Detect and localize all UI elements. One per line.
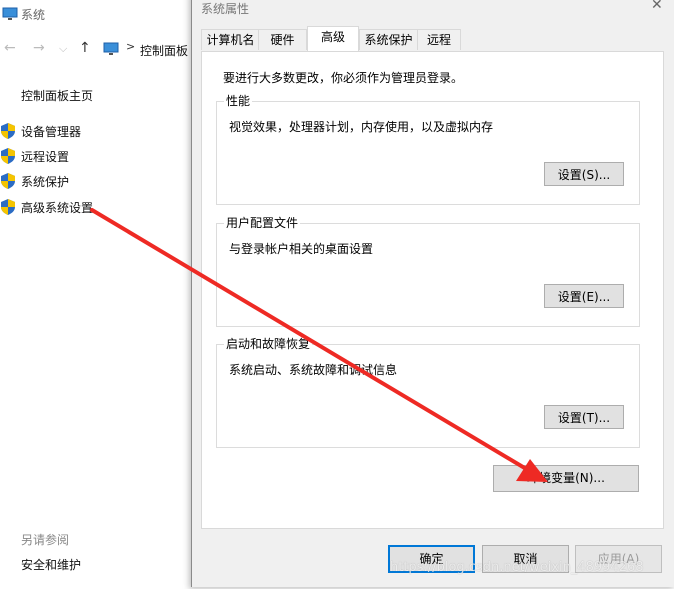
startup-recovery-settings-button[interactable]: 设置(T)... [544, 405, 624, 429]
shield-icon [1, 123, 15, 139]
performance-description: 视觉效果，处理器计划，内存使用，以及虚拟内存 [229, 120, 494, 134]
shield-icon [1, 173, 15, 189]
startup-recovery-group: 启动和故障恢复 系统启动、系统故障和调试信息 设置(T)... [216, 335, 640, 448]
tab-remote[interactable]: 远程 [417, 29, 461, 50]
up-arrow-icon[interactable]: ↑ [79, 40, 91, 56]
advanced-tab-panel: 要进行大多数更改，你必须作为管理员登录。 性能 视觉效果，处理器计划，内存使用，… [201, 51, 664, 529]
recent-locations-dropdown-icon[interactable]: ⌵ [59, 42, 67, 56]
window-title: 系统 [21, 8, 46, 22]
computer-icon [2, 7, 18, 20]
sidebar-item-remote-settings[interactable]: 远程设置 [0, 146, 192, 166]
admin-notice: 要进行大多数更改，你必须作为管理员登录。 [223, 71, 464, 85]
breadcrumb-chevron-icon: > [126, 40, 136, 53]
user-profiles-legend: 用户配置文件 [224, 214, 301, 231]
control-panel-home-link[interactable]: 控制面板主页 [21, 87, 93, 104]
sidebar-item-label: 系统保护 [21, 175, 70, 189]
user-profiles-group: 用户配置文件 与登录帐户相关的桌面设置 设置(E)... [216, 214, 640, 327]
sidebar-item-label: 设备管理器 [21, 125, 82, 139]
system-properties-dialog: 系统属性 ✕ 计算机名 硬件 高级 系统保护 远程 要进行大多数更改，你必须作为… [191, 0, 674, 587]
sidebar-item-device-manager[interactable]: 设备管理器 [0, 121, 192, 141]
address-bar: ← → ⌵ ↑ > 控制面板 [0, 36, 192, 62]
startup-recovery-legend: 启动和故障恢复 [224, 335, 313, 352]
breadcrumb-control-panel[interactable]: 控制面板 [140, 42, 188, 59]
forward-arrow-icon[interactable]: → [33, 40, 45, 56]
performance-settings-button[interactable]: 设置(S)... [544, 162, 624, 186]
back-arrow-icon[interactable]: ← [4, 40, 16, 56]
tab-computer-name[interactable]: 计算机名 [201, 29, 260, 50]
close-icon[interactable]: ✕ [651, 0, 663, 13]
shield-icon [1, 199, 15, 215]
user-profiles-description: 与登录帐户相关的桌面设置 [229, 242, 374, 256]
watermark: https://blog.csdn.net/weixin_48994268 [390, 560, 644, 575]
performance-group: 性能 视觉效果，处理器计划，内存使用，以及虚拟内存 设置(S)... [216, 92, 640, 205]
background-window-titlebar: 系统 [0, 0, 192, 30]
startup-recovery-description: 系统启动、系统故障和调试信息 [229, 363, 398, 377]
see-also-heading: 另请参阅 [21, 533, 70, 547]
performance-legend: 性能 [224, 92, 253, 109]
tab-advanced[interactable]: 高级 [307, 26, 359, 51]
shield-icon [1, 148, 15, 164]
sidebar-item-label: 高级系统设置 [21, 201, 94, 215]
environment-variables-button[interactable]: 环境变量(N)... [493, 465, 639, 492]
tab-hardware[interactable]: 硬件 [258, 29, 307, 50]
sidebar-item-label: 远程设置 [21, 150, 70, 164]
sidebar-item-system-protection[interactable]: 系统保护 [0, 171, 192, 191]
user-profiles-settings-button[interactable]: 设置(E)... [544, 284, 624, 308]
dialog-title: 系统属性 [201, 2, 250, 16]
security-maintenance-link[interactable]: 安全和维护 [21, 556, 81, 573]
sidebar-item-advanced-system-settings[interactable]: 高级系统设置 [0, 197, 192, 217]
computer-icon [103, 42, 119, 55]
tab-system-protection[interactable]: 系统保护 [359, 29, 418, 50]
